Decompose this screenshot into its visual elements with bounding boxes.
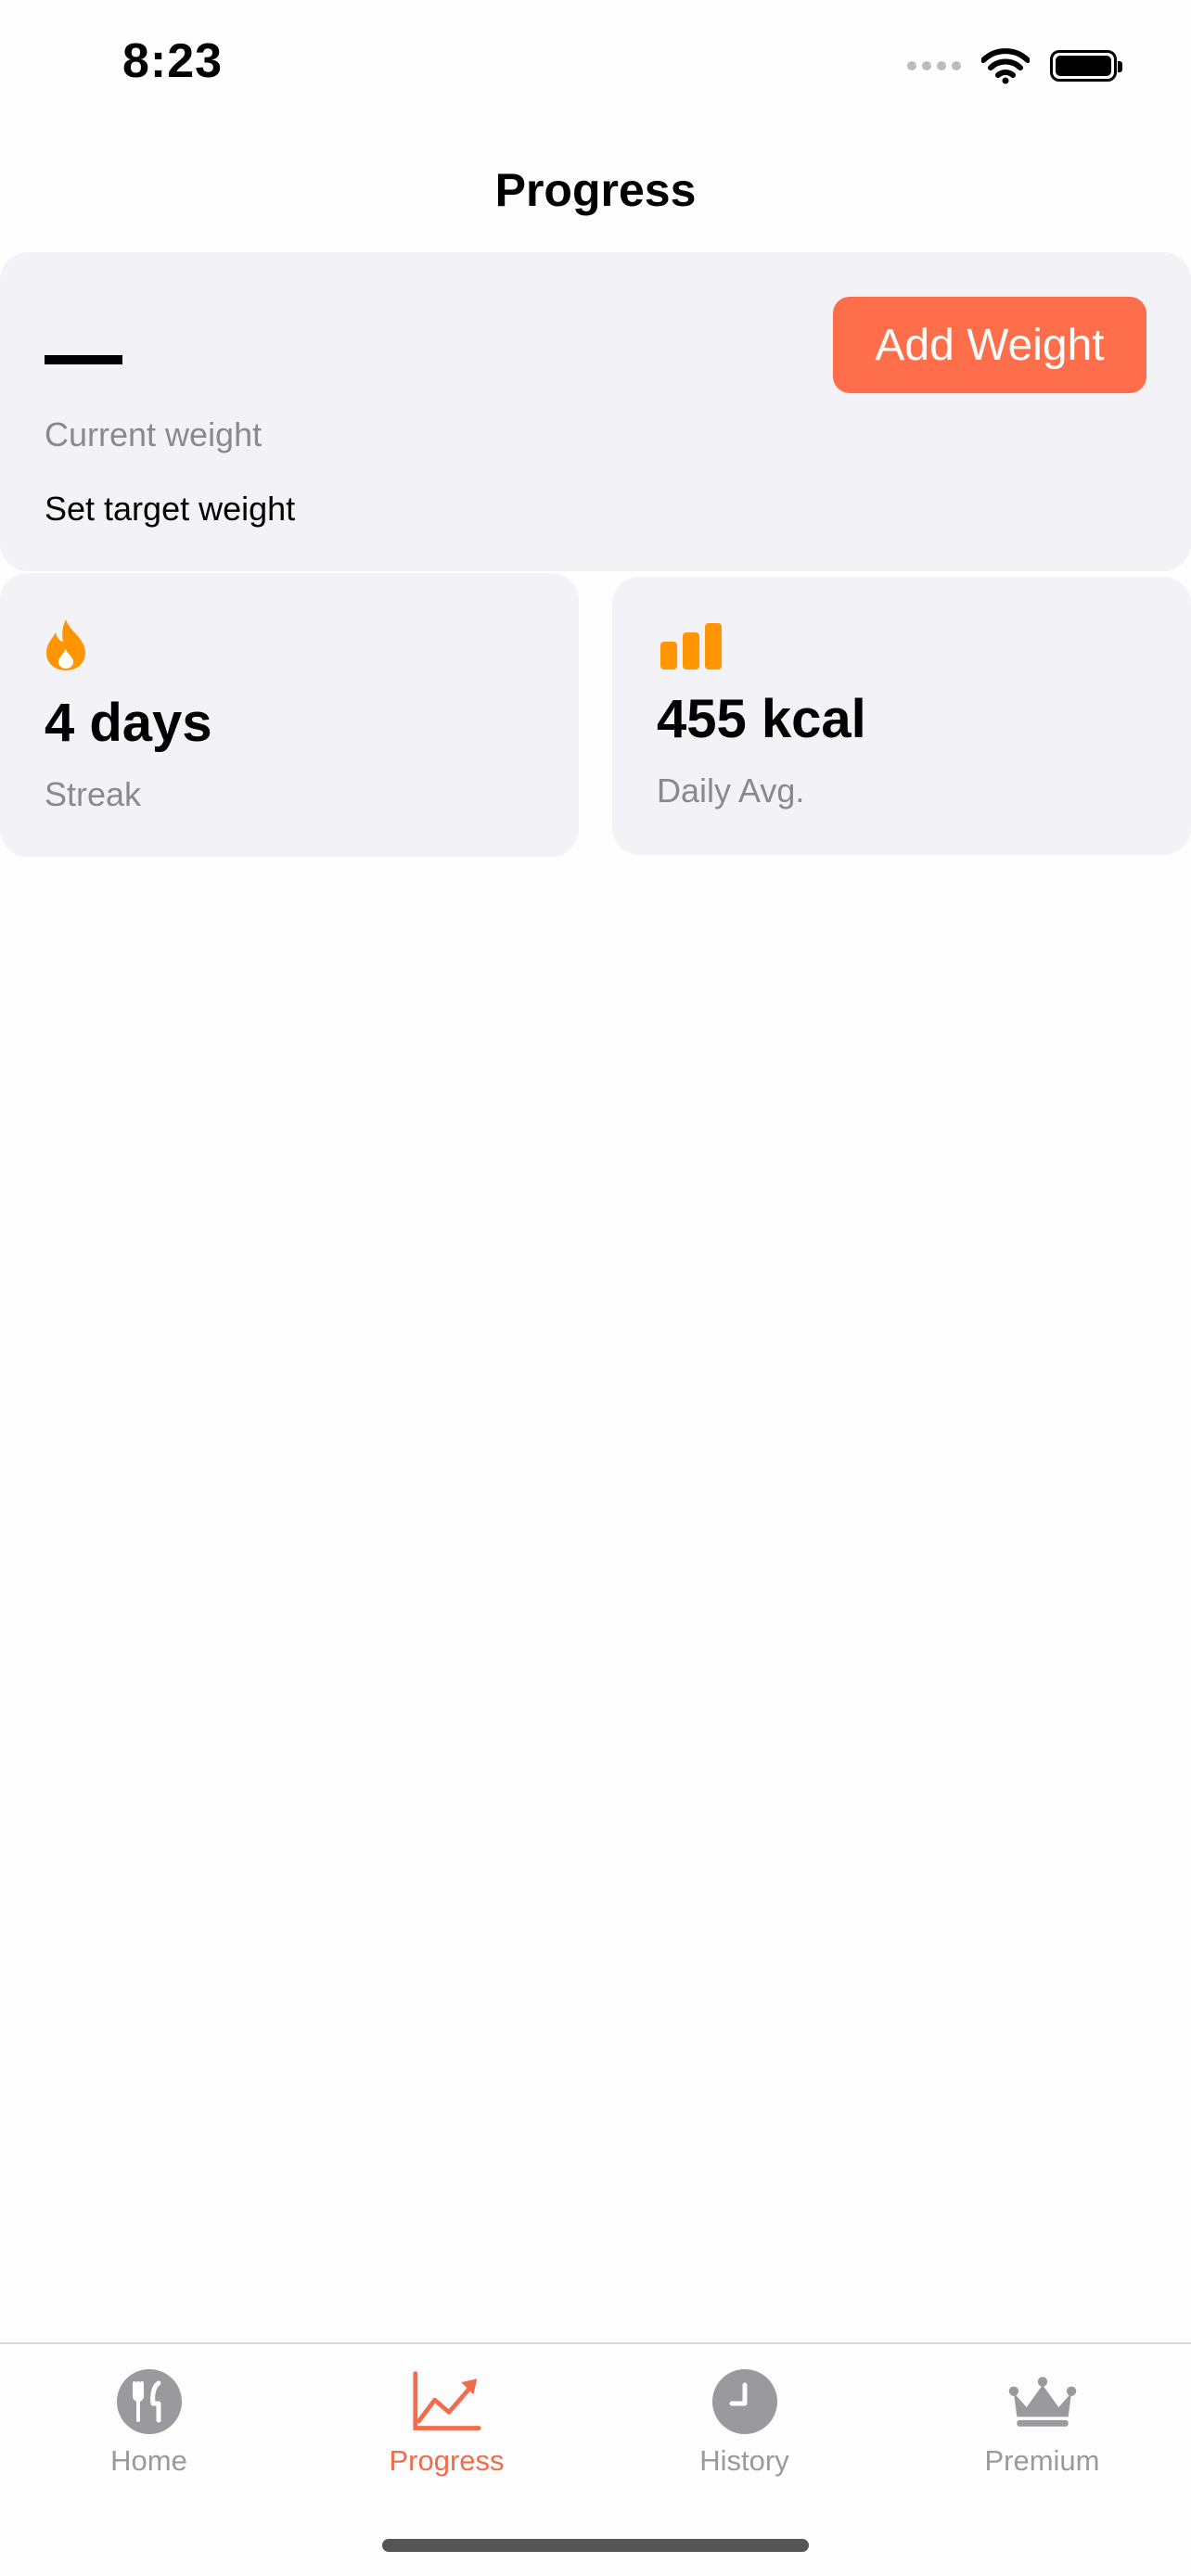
streak-label: Streak (45, 775, 142, 813)
current-weight-value (45, 355, 122, 364)
tab-premium-label: Premium (984, 2444, 1100, 2477)
flame-icon (46, 619, 85, 670)
tab-progress-label: Progress (389, 2444, 505, 2477)
crown-icon (1007, 2366, 1078, 2437)
fork-knife-icon (114, 2366, 185, 2437)
tab-progress[interactable]: Progress (298, 2344, 596, 2493)
tab-history[interactable]: History (596, 2344, 893, 2493)
tab-home-label: Home (110, 2444, 187, 2477)
add-weight-button[interactable]: Add Weight (833, 297, 1146, 393)
set-target-weight-link[interactable]: Set target weight (45, 490, 295, 529)
battery-icon (1050, 50, 1122, 82)
bar-chart-icon (660, 623, 722, 670)
home-indicator (382, 2539, 809, 2552)
status-time: 8:23 (122, 34, 224, 88)
streak-value: 4 days (45, 693, 212, 753)
clock-icon (710, 2366, 780, 2437)
daily-avg-value: 455 kcal (657, 689, 866, 749)
trend-chart-icon (412, 2366, 482, 2437)
current-weight-label: Current weight (45, 415, 263, 453)
status-icons (907, 43, 1122, 89)
wifi-icon (981, 48, 1030, 84)
tab-history-label: History (699, 2444, 789, 2477)
page-title: Progress (494, 164, 697, 216)
tab-premium[interactable]: Premium (893, 2344, 1191, 2493)
tab-home[interactable]: Home (0, 2344, 298, 2493)
daily-avg-label: Daily Avg. (657, 772, 805, 810)
signal-icon (907, 61, 961, 70)
progress-screen: 8:23 Progress Current weight Set target … (0, 0, 1191, 2576)
